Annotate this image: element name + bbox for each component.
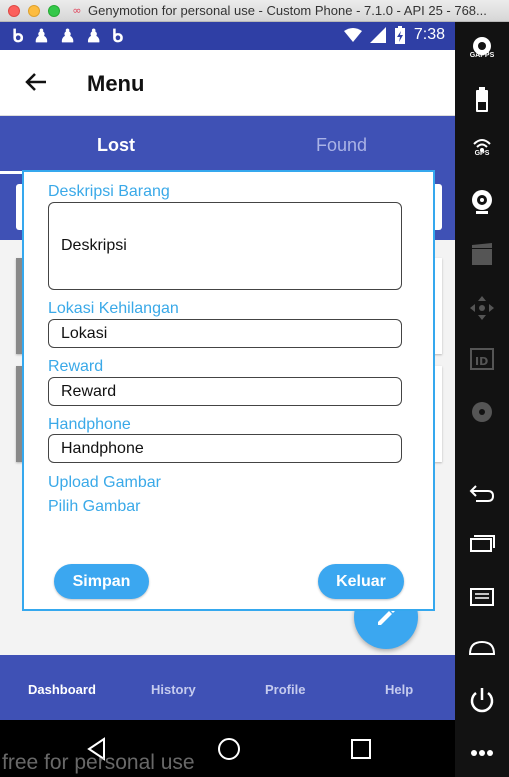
description-field[interactable]: Deskripsi (48, 202, 402, 290)
signal-icon (369, 27, 386, 43)
watermark: free for personal use (2, 751, 195, 774)
tab-lost[interactable]: Lost (97, 135, 135, 156)
exit-button[interactable]: Keluar (318, 564, 404, 599)
minimize-window-button[interactable] (28, 5, 40, 17)
nav-history[interactable]: History (151, 682, 196, 697)
window-titlebar: ∞ Genymotion for personal use - Custom P… (0, 0, 509, 22)
bottom-navigation: Dashboard History Profile Help (0, 655, 455, 720)
app-bar: Menu (0, 50, 455, 116)
battery-charging-icon (394, 26, 405, 44)
page-title: Menu (87, 71, 145, 96)
power-icon[interactable] (466, 684, 498, 716)
upload-image-label: Upload Gambar (48, 474, 161, 491)
back-arrow-icon[interactable] (22, 68, 50, 96)
system-recent-apps-icon[interactable] (348, 736, 374, 762)
wifi-icon (343, 28, 362, 42)
genymotion-app-icon: ∞ (72, 4, 82, 17)
svg-text:ID: ID (475, 355, 488, 368)
notification-b-icon: ᑲ (12, 26, 24, 46)
notification-b-icon: ᑲ (111, 26, 124, 46)
disk-io-icon[interactable] (466, 396, 498, 428)
phone-label: Handphone (48, 416, 131, 433)
reward-field[interactable]: Reward (48, 377, 402, 406)
media-icon[interactable] (466, 239, 498, 271)
window-title: Genymotion for personal use - Custom Pho… (88, 3, 487, 18)
tab-bar: Lost Found (0, 116, 455, 174)
location-field[interactable]: Lokasi (48, 319, 402, 348)
maximize-window-button[interactable] (48, 5, 60, 17)
clock: 7:38 (413, 26, 445, 43)
notification-pawn-icon: ♟ (33, 26, 50, 46)
nav-help[interactable]: Help (385, 682, 413, 697)
status-right: 7:38 (343, 26, 445, 44)
more-icon[interactable] (466, 737, 498, 769)
notification-icons: ᑲ ♟ ♟ ♟ ᑲ (12, 26, 123, 47)
pick-image-link[interactable]: Pilih Gambar (48, 498, 140, 516)
genymotion-toolbar: GAPPS GPS ID (455, 22, 509, 777)
save-button[interactable]: Simpan (54, 564, 149, 599)
menu-icon[interactable] (466, 580, 498, 612)
reward-label: Reward (48, 358, 104, 375)
screen: ∞ Genymotion for personal use - Custom P… (0, 0, 509, 777)
battery-icon[interactable] (466, 84, 498, 116)
device-id-icon[interactable]: ID (466, 343, 498, 375)
status-bar: ᑲ ♟ ♟ ♟ ᑲ 7:38 (0, 22, 455, 50)
nav-profile[interactable]: Profile (265, 682, 305, 697)
gapps-icon[interactable] (466, 34, 498, 66)
back-icon[interactable] (466, 477, 498, 509)
notification-pawn-icon: ♟ (85, 26, 102, 46)
gps-label: GPS (474, 150, 490, 157)
phone-field[interactable]: Handphone (48, 434, 402, 463)
location-label: Lokasi Kehilangan (48, 300, 179, 317)
nav-dashboard[interactable]: Dashboard (28, 682, 96, 697)
home-icon[interactable] (466, 632, 498, 664)
close-window-button[interactable] (8, 5, 20, 17)
dpad-icon[interactable] (466, 292, 498, 324)
notification-pawn-icon: ♟ (59, 26, 76, 46)
tab-found[interactable]: Found (316, 135, 367, 156)
gapps-label: GAPPS (469, 52, 495, 59)
webcam-icon[interactable] (466, 185, 498, 217)
system-home-icon[interactable] (216, 736, 242, 762)
recent-apps-icon[interactable] (466, 528, 498, 560)
description-label: Deskripsi Barang (48, 183, 170, 200)
add-item-dialog: Deskripsi Barang Deskripsi Lokasi Kehila… (22, 170, 435, 611)
